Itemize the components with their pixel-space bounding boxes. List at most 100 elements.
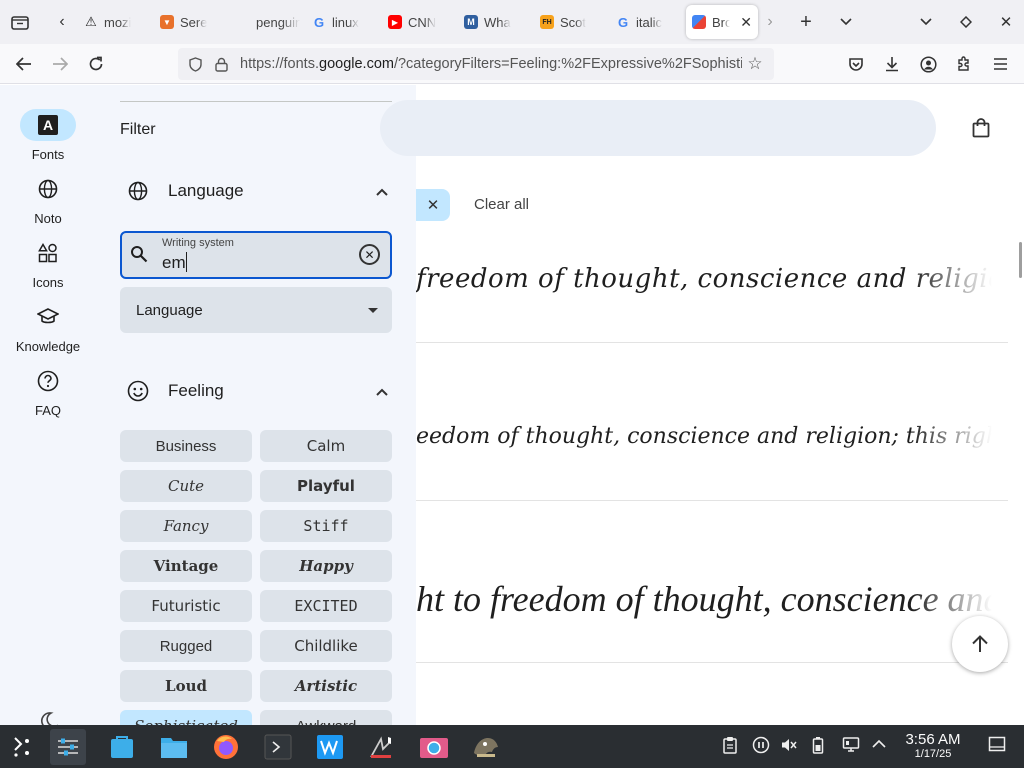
taskbar: 3:56 AM 1/17/25 xyxy=(0,725,1024,768)
url-text[interactable]: https://fonts.google.com/?categoryFilter… xyxy=(234,56,742,72)
language-select-value: Language xyxy=(136,301,203,319)
url-path: /?categoryFilters=Feeling:%2FExpressive%… xyxy=(393,56,742,72)
tab-manager-icon[interactable] xyxy=(6,8,34,36)
new-tab-button[interactable]: + xyxy=(792,8,820,36)
shopping-bag-icon[interactable] xyxy=(972,118,990,138)
account-icon[interactable] xyxy=(910,48,946,80)
forward-button[interactable] xyxy=(42,48,78,80)
clock-time: 3:56 AM xyxy=(905,731,961,748)
feeling-chip[interactable]: Stiff xyxy=(260,510,392,542)
browser-tab[interactable]: penguin xyxy=(230,5,306,39)
feeling-chip[interactable]: Calm xyxy=(260,430,392,462)
reload-button[interactable] xyxy=(78,48,114,80)
feeling-section-header[interactable]: Feeling xyxy=(120,375,392,407)
system-settings-icon[interactable] xyxy=(50,729,86,765)
feeling-chip[interactable]: EXCITED xyxy=(260,590,392,622)
gimp-icon[interactable] xyxy=(468,729,504,765)
clear-input-icon[interactable]: ✕ xyxy=(359,244,380,265)
network-wired-icon[interactable] xyxy=(842,736,860,758)
rail-item-fonts[interactable]: A Fonts xyxy=(0,109,96,162)
font-sample-2[interactable]: eedom of thought, conscience and religio… xyxy=(416,424,992,449)
firefox-icon[interactable] xyxy=(208,729,244,765)
clear-all-button[interactable]: Clear all xyxy=(474,196,529,213)
feeling-chip[interactable]: Childlike xyxy=(260,630,392,662)
browser-tab[interactable]: FH Scot xyxy=(534,5,610,39)
rail-item-icons[interactable]: Icons xyxy=(0,237,96,290)
browser-tab[interactable]: Bro ✕ xyxy=(686,5,758,39)
remove-filter-chip-icon[interactable]: ✕ xyxy=(416,189,450,221)
feeling-chip[interactable]: Vintage xyxy=(120,550,252,582)
discover-store-icon[interactable] xyxy=(104,729,140,765)
media-pause-icon[interactable] xyxy=(752,736,770,758)
list-all-tabs-icon[interactable] xyxy=(832,8,860,36)
browser-tab[interactable]: Glinux xyxy=(306,5,382,39)
volume-muted-icon[interactable] xyxy=(780,736,798,758)
feeling-chip[interactable]: Playful xyxy=(260,470,392,502)
screenshot-app-icon[interactable] xyxy=(416,729,452,765)
rail-item-faq[interactable]: FAQ xyxy=(0,365,96,418)
tab-title: mozi xyxy=(104,14,132,30)
maximize-button[interactable] xyxy=(952,8,980,36)
school-icon xyxy=(20,301,76,333)
site-permissions-icon[interactable] xyxy=(182,56,208,72)
back-button[interactable] xyxy=(6,48,42,80)
show-desktop-icon[interactable] xyxy=(988,736,1006,756)
close-window-button[interactable]: ✕ xyxy=(992,8,1020,36)
chevron-up-icon[interactable] xyxy=(372,184,392,199)
extensions-icon[interactable] xyxy=(946,48,982,80)
panel-divider xyxy=(120,101,392,102)
font-search-bar[interactable] xyxy=(380,100,936,156)
tabs-scroll-right-icon[interactable]: › xyxy=(756,8,784,36)
file-manager-icon[interactable] xyxy=(156,729,192,765)
language-select[interactable]: Language xyxy=(120,287,392,333)
scroll-to-top-button[interactable] xyxy=(952,616,1008,672)
terminal-icon[interactable] xyxy=(260,729,296,765)
chevron-up-icon[interactable] xyxy=(372,384,392,399)
pocket-icon[interactable] xyxy=(838,48,874,80)
font-sample-3[interactable]: ht to freedom of thought, conscience and… xyxy=(416,578,992,620)
language-section-header[interactable]: Language xyxy=(120,175,392,207)
app-menu-icon[interactable] xyxy=(982,48,1018,80)
browser-tab[interactable]: Gitalic xyxy=(610,5,686,39)
close-tab-icon[interactable]: ✕ xyxy=(740,14,752,31)
font-sample-1[interactable]: freedom of thought, conscience and relig… xyxy=(416,264,992,294)
feeling-chip[interactable]: Fancy xyxy=(120,510,252,542)
feeling-chip[interactable]: Rugged xyxy=(120,630,252,662)
bookmark-star-icon[interactable]: ☆ xyxy=(742,54,768,74)
digital-clock[interactable]: 3:56 AM 1/17/25 xyxy=(898,731,968,760)
rail-item-noto[interactable]: Noto xyxy=(0,173,96,226)
battery-icon[interactable] xyxy=(812,736,824,758)
vm-app-icon[interactable] xyxy=(312,729,348,765)
page-scrollbar[interactable] xyxy=(1019,242,1022,278)
tab-title: Wha xyxy=(484,14,511,30)
downloads-icon[interactable] xyxy=(874,48,910,80)
writing-system-field[interactable]: Writing system em ✕ xyxy=(120,231,392,279)
browser-tab[interactable]: ▼ Sere xyxy=(154,5,230,39)
feeling-chip[interactable]: Sophisticated xyxy=(120,710,252,725)
feeling-chip[interactable]: Futuristic xyxy=(120,590,252,622)
browser-tab[interactable]: ⚠ mozi xyxy=(78,5,154,39)
globe-icon xyxy=(118,181,158,201)
feeling-chip[interactable]: Cute xyxy=(120,470,252,502)
feeling-chip[interactable]: Loud xyxy=(120,670,252,702)
lock-icon[interactable] xyxy=(208,57,234,72)
navigation-toolbar: https://fonts.google.com/?categoryFilter… xyxy=(0,44,1024,84)
text-caret xyxy=(186,252,187,272)
url-prefix: https://fonts. xyxy=(240,56,319,72)
feeling-chip[interactable]: Business xyxy=(120,430,252,462)
audio-app-icon[interactable] xyxy=(364,729,400,765)
browser-tab[interactable]: ▶ CNN xyxy=(382,5,458,39)
help-icon xyxy=(20,365,76,397)
app-launcher-icon[interactable] xyxy=(4,729,40,765)
feeling-chip[interactable]: Artistic xyxy=(260,670,392,702)
feeling-chip[interactable]: Awkward xyxy=(260,710,392,725)
rail-item-knowledge[interactable]: Knowledge xyxy=(0,301,96,354)
feeling-chip[interactable]: Happy xyxy=(260,550,392,582)
tabs-scroll-left-icon[interactable]: ‹ xyxy=(48,8,76,36)
browser-tab[interactable]: M Wha xyxy=(458,5,534,39)
writing-system-input[interactable]: em xyxy=(162,253,352,273)
clipboard-icon[interactable] xyxy=(722,736,738,758)
minimize-button[interactable] xyxy=(912,8,940,36)
show-hidden-tray-icon[interactable] xyxy=(872,736,886,753)
address-bar[interactable]: https://fonts.google.com/?categoryFilter… xyxy=(178,48,774,80)
